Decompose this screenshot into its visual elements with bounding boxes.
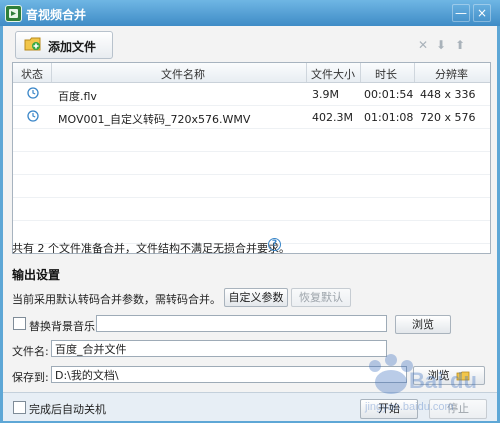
filename-field[interactable]: 百度_合并文件 (51, 340, 387, 357)
file-duration: 00:01:54 (364, 88, 414, 101)
col-filename[interactable]: 文件名称 (161, 66, 205, 82)
title-bar[interactable]: 音视频合并 — × (0, 0, 500, 26)
add-file-label: 添加文件 (48, 40, 97, 54)
bg-music-label: 替换背景音乐 (29, 320, 95, 333)
file-name: MOV001_自定义转码_720x576.WMV (58, 113, 251, 126)
bg-music-checkbox[interactable] (13, 317, 26, 330)
file-resolution: 720 x 576 (420, 111, 476, 124)
empty-row (13, 198, 490, 221)
auto-shutdown-checkbox[interactable] (13, 401, 26, 414)
add-file-icon (24, 37, 41, 51)
empty-row (13, 152, 490, 175)
restore-default-button[interactable]: 恢复默认 (291, 288, 351, 307)
clock-icon (27, 110, 39, 122)
saveto-browse-button[interactable]: 浏览 (413, 366, 485, 385)
folder-icon (456, 371, 470, 381)
merge-note: 共有 2 个文件准备合并，文件结构不满足无损合并要求。 (12, 242, 290, 255)
close-button[interactable]: × (473, 4, 491, 22)
col-status[interactable]: 状态 (21, 66, 43, 82)
file-size: 3.9M (312, 88, 339, 101)
output-settings-title: 输出设置 (12, 268, 61, 282)
col-resolution[interactable]: 分辨率 (435, 66, 468, 82)
move-up-icon[interactable]: ⬆ (454, 39, 466, 51)
col-duration[interactable]: 时长 (375, 66, 397, 82)
empty-row (13, 129, 490, 152)
stop-button[interactable]: 停止 (429, 399, 487, 419)
minimize-button[interactable]: — (452, 4, 470, 22)
auto-shutdown-label: 完成后自动关机 (29, 403, 106, 416)
table-row[interactable]: 百度.flv 3.9M 00:01:54 448 x 336 (13, 83, 490, 106)
bg-music-browse-button[interactable]: 浏览 (395, 315, 451, 334)
help-icon[interactable]: ? (268, 238, 281, 251)
file-size: 402.3M (312, 111, 353, 124)
file-duration: 01:01:08 (364, 111, 414, 124)
table-row[interactable]: MOV001_自定义转码_720x576.WMV 402.3M 01:01:08… (13, 106, 490, 129)
start-button[interactable]: 开始 (360, 399, 418, 419)
saveto-browse-label: 浏览 (427, 369, 450, 382)
filename-label: 文件名: (12, 345, 49, 358)
window-title: 音视频合并 (26, 8, 87, 22)
saveto-label: 保存到: (12, 371, 49, 384)
bg-music-field[interactable] (96, 315, 387, 332)
window: 音视频合并 — × 添加文件 ✕ ⬇ ⬆ 状态 文件名称 文件大小 时长 分辨率… (0, 0, 500, 423)
file-resolution: 448 x 336 (420, 88, 476, 101)
file-table: 状态 文件名称 文件大小 时长 分辨率 百度.flv 3.9M 00:01:54… (12, 62, 491, 254)
dialog-body: 添加文件 ✕ ⬇ ⬆ 状态 文件名称 文件大小 时长 分辨率 百度.flv 3.… (3, 26, 497, 421)
move-down-icon[interactable]: ⬇ (435, 39, 447, 51)
file-name: 百度.flv (58, 90, 97, 103)
col-filesize[interactable]: 文件大小 (311, 66, 355, 82)
clock-icon (27, 87, 39, 99)
mode-text: 当前采用默认转码合并参数，需转码合并。 (12, 293, 221, 306)
delete-icon[interactable]: ✕ (417, 39, 429, 51)
app-icon (5, 5, 22, 22)
footer-bar: 完成后自动关机 开始 停止 (3, 392, 497, 421)
empty-row (13, 175, 490, 198)
table-header: 状态 文件名称 文件大小 时长 分辨率 (13, 63, 490, 83)
saveto-field[interactable]: D:\我的文档\ (51, 366, 407, 383)
add-file-button[interactable]: 添加文件 (15, 31, 113, 59)
custom-params-button[interactable]: 自定义参数 (224, 288, 288, 307)
